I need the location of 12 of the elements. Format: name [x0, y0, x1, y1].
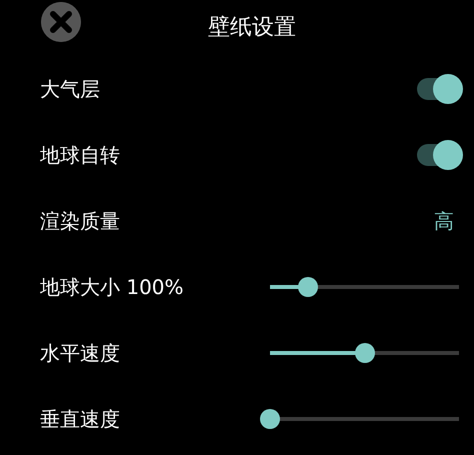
setting-label: 垂直速度 [40, 406, 120, 432]
setting-label: 渲染质量 [40, 208, 120, 234]
window-title: 壁纸设置 [208, 14, 296, 42]
slider-thumb[interactable] [260, 409, 280, 429]
setting-label: 大气层 [40, 76, 100, 102]
slider-thumb[interactable] [298, 277, 318, 297]
slider-thumb[interactable] [354, 343, 374, 363]
setting-value[interactable]: 高 [434, 208, 454, 234]
setting-label: 地球自转 [40, 142, 120, 168]
close-icon[interactable] [41, 2, 81, 42]
setting-label: 地球大小 100% [40, 274, 184, 300]
setting-label: 水平速度 [40, 340, 120, 366]
